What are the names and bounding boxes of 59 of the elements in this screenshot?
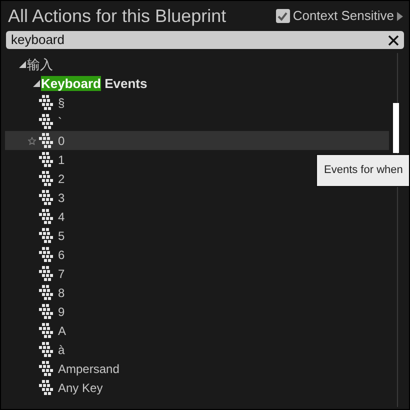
- list-item[interactable]: 7: [5, 264, 389, 283]
- search-field[interactable]: keyboard: [6, 31, 404, 49]
- collapse-arrow-icon[interactable]: [19, 61, 26, 68]
- window-title: All Actions for this Blueprint: [8, 4, 226, 28]
- event-label[interactable]: 5: [58, 226, 65, 244]
- checkbox-label[interactable]: Context Sensitive: [292, 6, 394, 26]
- event-label[interactable]: 8: [58, 284, 65, 302]
- event-label[interactable]: Ampersand: [58, 360, 120, 378]
- event-label[interactable]: 7: [58, 264, 65, 282]
- keys-icon: [39, 285, 54, 300]
- keys-icon: [39, 171, 54, 186]
- event-label[interactable]: `: [58, 112, 62, 130]
- keys-icon: [39, 380, 54, 395]
- close-icon[interactable]: [388, 34, 399, 46]
- list-item[interactable]: 8: [5, 283, 389, 302]
- keys-icon: [39, 228, 54, 243]
- checkbox[interactable]: [276, 9, 290, 23]
- event-label[interactable]: 4: [58, 208, 65, 226]
- keys-icon: [39, 114, 54, 129]
- list-item[interactable]: 6: [5, 245, 389, 264]
- keys-icon: [39, 190, 54, 205]
- event-label[interactable]: A: [58, 322, 66, 340]
- event-label[interactable]: §: [58, 94, 65, 112]
- keys-icon: [39, 304, 54, 319]
- event-label[interactable]: 9: [58, 302, 65, 320]
- event-label[interactable]: 6: [58, 246, 65, 264]
- list-item[interactable]: à: [5, 340, 389, 359]
- star-icon[interactable]: [28, 136, 36, 144]
- list-item[interactable]: 5: [5, 226, 389, 245]
- list-item[interactable]: 3: [5, 188, 389, 207]
- list-item[interactable]: `: [5, 112, 389, 131]
- list-item[interactable]: Ampersand: [5, 359, 389, 378]
- keys-icon: [39, 323, 54, 338]
- list-item[interactable]: §: [5, 93, 389, 112]
- keys-icon: [39, 95, 54, 110]
- list-item[interactable]: 4: [5, 207, 389, 226]
- event-label[interactable]: Any Key: [58, 378, 103, 396]
- keys-icon: [39, 342, 54, 357]
- keys-icon: [39, 247, 54, 262]
- category-label[interactable]: Keyboard Events: [41, 74, 148, 94]
- list-item[interactable]: Any Key: [5, 378, 389, 397]
- keys-icon: [39, 152, 54, 167]
- event-label[interactable]: 3: [58, 188, 65, 206]
- event-label[interactable]: 2: [58, 170, 65, 188]
- keys-icon: [39, 209, 54, 224]
- keys-icon: [39, 133, 54, 148]
- event-label[interactable]: 0: [58, 132, 65, 150]
- category-label[interactable]: 输入: [27, 54, 53, 74]
- tooltip-text: Events for when: [324, 163, 403, 178]
- collapse-arrow-icon[interactable]: [33, 80, 40, 87]
- keys-icon: [39, 266, 54, 281]
- event-label[interactable]: 1: [58, 150, 65, 168]
- scrollbar-thumb[interactable]: [393, 103, 399, 153]
- list-item-highlight[interactable]: 0: [5, 131, 389, 150]
- list-item[interactable]: A: [5, 321, 389, 340]
- event-label[interactable]: à: [58, 340, 65, 358]
- keys-icon: [39, 361, 54, 376]
- list-item[interactable]: 9: [5, 302, 389, 321]
- expand-arrow-icon[interactable]: [397, 12, 403, 20]
